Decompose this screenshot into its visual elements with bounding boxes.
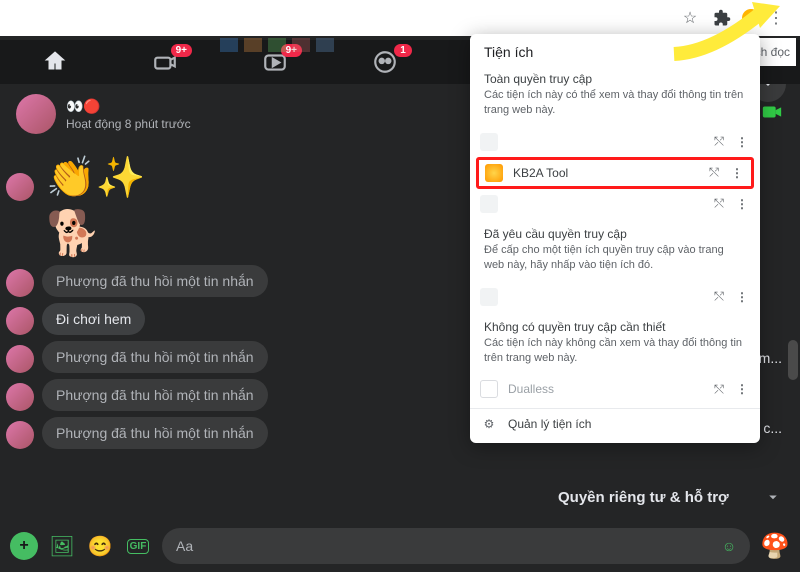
extension-item-kb2a[interactable]: KB2A Tool ⤲ ⋮ [476,157,754,189]
extension-icon [480,133,498,151]
attach-photo-icon[interactable]: 🖼 [48,532,76,560]
extension-icon [480,288,498,306]
profile-avatar-icon[interactable] [742,9,760,27]
more-icon[interactable]: ⋮ [729,166,745,180]
section-header-noaccess: Không có quyền truy cập cần thiết [470,312,760,336]
extension-name: KB2A Tool [513,166,699,180]
extension-name [508,197,704,211]
nav-friends[interactable]: 9+ [110,40,220,84]
badge: 1 [394,44,412,57]
extensions-icon[interactable] [712,8,732,28]
browser-menu-icon[interactable]: ⋮ [766,8,786,28]
gif-icon[interactable]: GIF [124,532,152,560]
extension-name [508,290,704,304]
section-desc-full-access: Các tiện ích này có thể xem và thay đổi … [470,88,760,127]
popup-title: Tiện ích [470,34,760,64]
privacy-support-row[interactable]: Quyền riêng tư & hỗ trợ [550,474,790,520]
chat-name[interactable]: 👀🔴 [66,98,191,115]
avatar[interactable] [6,269,34,297]
sticker-dog: 🐕 [46,207,101,259]
message-bubble: Đi chơi hem [42,303,145,335]
pin-icon[interactable]: ⤲ [710,196,728,211]
badge: 9+ [171,44,192,57]
extension-item[interactable]: ⤲ ⋮ [470,189,760,219]
recalled-message: Phượng đã thu hồi một tin nhắn [42,379,268,411]
extension-name [508,135,704,149]
extension-item[interactable]: ⤲ ⋮ [470,282,760,312]
nav-home[interactable] [0,40,110,84]
extension-icon [485,164,503,182]
recalled-message: Phượng đã thu hồi một tin nhắn [42,417,268,449]
manage-extensions-button[interactable]: ⚙ Quản lý tiện ích [470,409,760,439]
extension-item[interactable]: ⤲ ⋮ [470,127,760,157]
pin-icon[interactable]: ⤲ [710,134,728,149]
avatar[interactable] [6,383,34,411]
manage-label: Quản lý tiện ích [508,417,750,431]
avatar[interactable] [6,307,34,335]
pin-icon[interactable]: ⤲ [705,165,723,180]
more-icon[interactable]: ⋮ [734,135,750,149]
extension-icon [480,195,498,213]
extension-icon [480,380,498,398]
sticker-clap: 👏✨ [46,154,146,201]
avatar[interactable] [6,345,34,373]
section-header-requested: Đã yêu cầu quyền truy cập [470,219,760,243]
more-icon[interactable]: ⋮ [734,197,750,211]
extension-name: Dualless [508,382,704,396]
tab-color-indicators [220,38,334,52]
section-header-full-access: Toàn quyền truy cập [470,64,760,88]
avatar[interactable] [16,94,56,134]
avatar[interactable] [6,173,34,201]
pin-icon[interactable]: ⤲ [710,382,728,397]
browser-toolbar: ☆ ⋮ [0,0,800,36]
truncated-text: c... [763,420,782,436]
recalled-message: Phượng đã thu hồi một tin nhắn [42,265,268,297]
gear-icon: ⚙ [480,415,498,433]
recalled-message: Phượng đã thu hồi một tin nhắn [42,341,268,373]
input-placeholder: Aa [176,538,193,554]
pin-icon[interactable]: ⤲ [710,289,728,304]
section-desc-noaccess: Các tiện ích này không cần xem và thay đ… [470,336,760,375]
extension-item-dualless[interactable]: Dualless ⤲ ⋮ [470,374,760,404]
name-emoji: 👀🔴 [66,98,101,115]
truncated-text: m... [759,350,782,366]
chevron-down-icon [764,488,782,506]
add-button[interactable]: + [10,532,38,560]
more-icon[interactable]: ⋮ [734,382,750,396]
more-icon[interactable]: ⋮ [734,290,750,304]
extensions-popup: Tiện ích Toàn quyền truy cập Các tiện íc… [470,34,760,443]
privacy-label: Quyền riêng tư & hỗ trợ [558,489,729,506]
nav-groups[interactable]: 1 [330,40,440,84]
bookmark-star-icon[interactable]: ☆ [680,8,700,28]
avatar[interactable] [6,421,34,449]
activity-status: Hoạt động 8 phút trước [66,117,191,131]
sticker-icon[interactable]: 😊 [86,532,114,560]
section-desc-requested: Để cấp cho một tiện ích quyền truy cập v… [470,243,760,282]
scrollbar-thumb[interactable] [788,340,798,380]
